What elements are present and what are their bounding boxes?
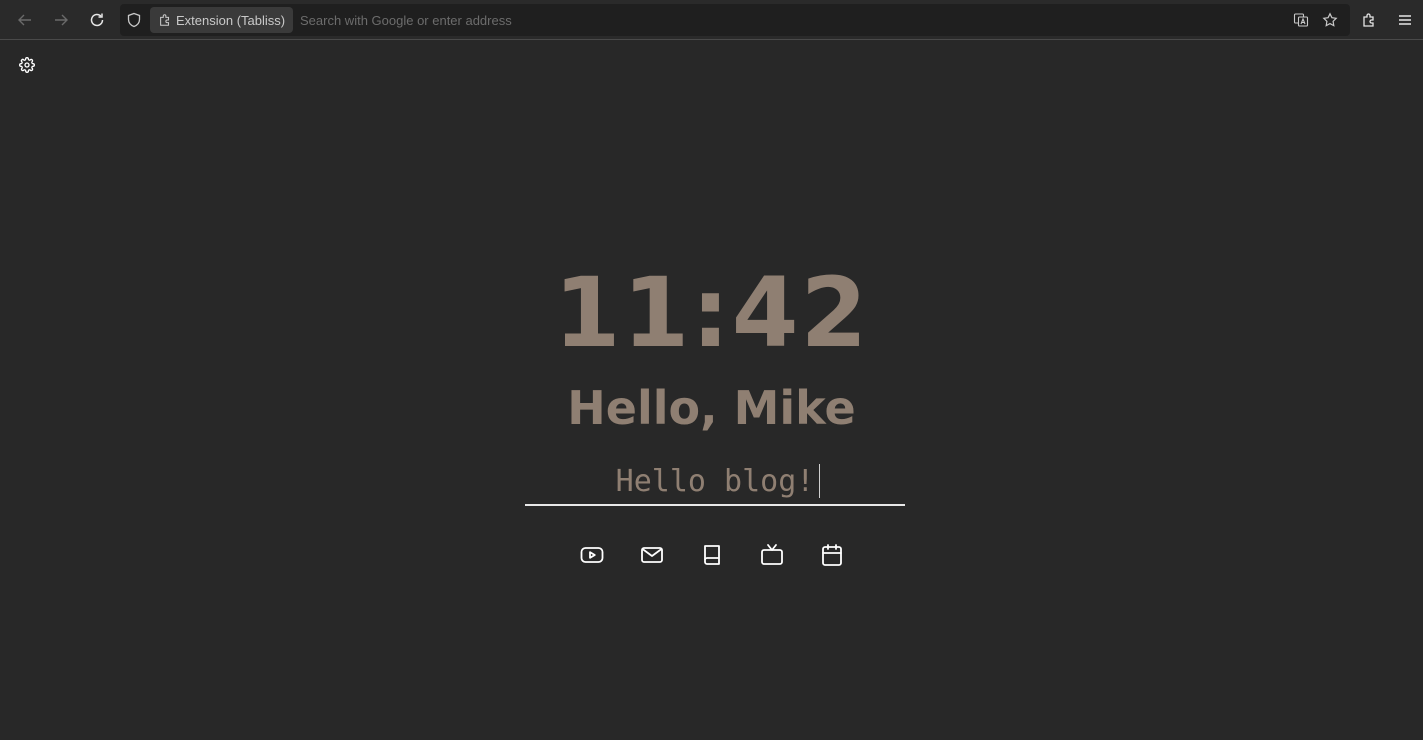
mail-icon: [640, 547, 663, 563]
link-book[interactable]: [700, 540, 724, 570]
clock-time: 11:42: [553, 257, 870, 369]
book-icon: [703, 545, 720, 565]
greeting-text: Hello, Mike: [567, 381, 856, 435]
note-input-wrapper: [525, 458, 905, 506]
quick-links: [0, 540, 1423, 570]
youtube-icon: [580, 547, 603, 563]
link-tv[interactable]: [760, 540, 784, 570]
tv-icon: [760, 544, 783, 565]
link-youtube[interactable]: [580, 540, 604, 570]
newtab-dashboard: 11:42 Hello, Mike: [0, 0, 1423, 740]
link-mail[interactable]: [640, 540, 664, 570]
link-calendar[interactable]: [820, 540, 844, 570]
calendar-icon: [821, 544, 842, 566]
text-caret: [819, 464, 820, 498]
note-input[interactable]: [525, 458, 905, 504]
